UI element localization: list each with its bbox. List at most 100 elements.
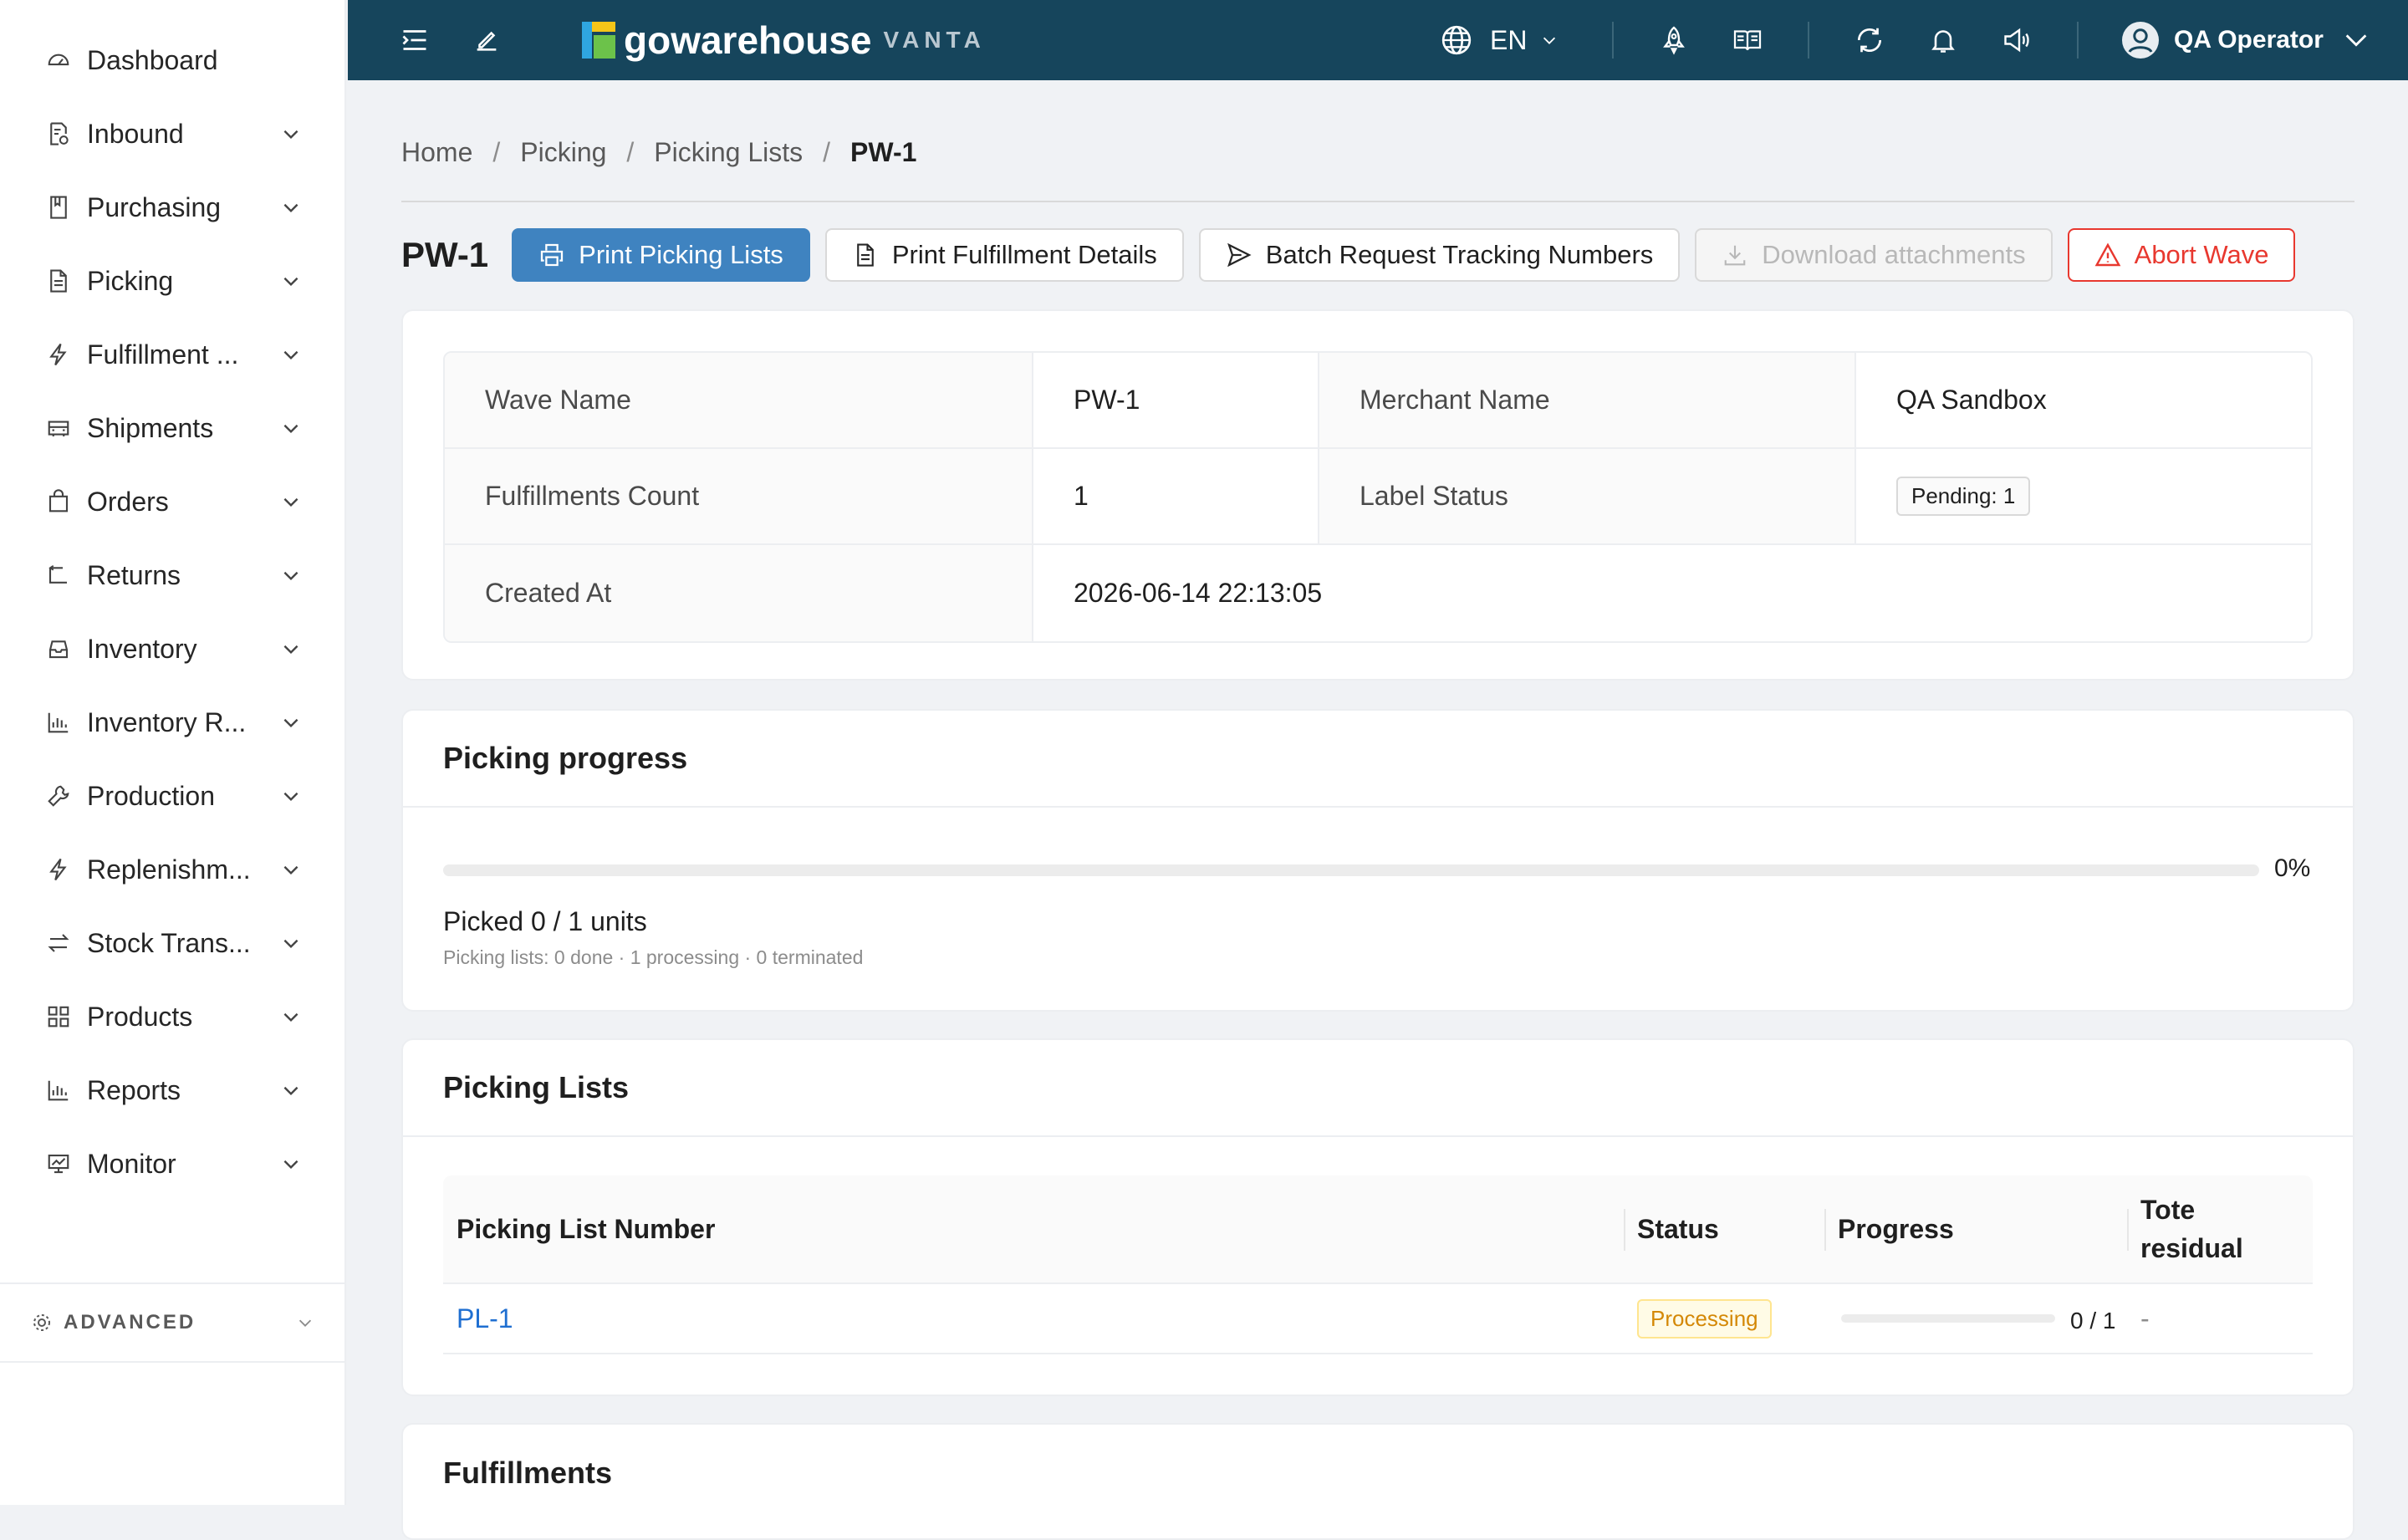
language-selector[interactable]: EN [1440,20,1559,60]
fulfillments-title: Fulfillments [443,1456,613,1490]
sidebar-item-purchasing[interactable]: Purchasing [43,182,303,232]
header-divider [1612,22,1614,59]
inbox-icon [43,634,74,664]
print-picking-lists-button[interactable]: Print Picking Lists [512,228,810,282]
picking-progress-summary: Picked 0 / 1 units [443,906,647,936]
sidebar-item-products[interactable]: Products [43,992,303,1042]
breadcrumb-separator: / [823,137,831,167]
sidebar-item-label: Orders [87,486,169,517]
details-row: Wave Name PW-1 Merchant Name QA Sandbox [445,353,2311,449]
details-row: Fulfillments Count 1 Label Status Pendin… [445,449,2311,545]
purchasing-icon [43,192,74,222]
announcement-icon[interactable] [1997,20,2037,60]
label-status-label: Label Status [1319,449,1856,543]
breadcrumb-picking[interactable]: Picking [520,137,606,168]
language-label: EN [1490,24,1528,55]
bell-icon[interactable] [1923,20,1963,60]
sidebar-item-monitor[interactable]: Monitor [43,1139,303,1189]
avatar-icon [2122,22,2159,59]
logo: gowarehouse VANTA [582,17,986,64]
chevron-down-icon [279,1079,303,1102]
book-icon[interactable] [1727,20,1768,60]
sidebar-item-label: Stock Trans... [87,927,251,958]
sidebar-item-label: Purchasing [87,191,222,222]
sidebar-item-replenishm[interactable]: Replenishm... [43,844,303,895]
shopping-bag-icon [43,487,74,517]
picking-list-number-cell: PL-1 [443,1284,1624,1353]
rocket-icon[interactable] [1654,20,1694,60]
sidebar-item-inbound[interactable]: Inbound [43,109,303,159]
print-fulfillment-details-button[interactable]: Print Fulfillment Details [824,228,1184,282]
picking-icon [43,266,74,296]
sidebar-item-label: Picking [87,265,174,296]
merchant-name-value: QA Sandbox [1896,385,2047,415]
swap-icon [43,928,74,958]
sidebar-item-dashboard[interactable]: Dashboard [43,35,303,85]
user-menu[interactable]: QA Operator [2120,17,2370,64]
sidebar-item-picking[interactable]: Picking [43,256,303,306]
sidebar-item-label: Inbound [87,118,184,149]
picking-list-link[interactable]: PL-1 [457,1303,513,1334]
chevron-down-icon [279,416,303,440]
picking-progress-title: Picking progress [403,711,2353,808]
sidebar-item-orders[interactable]: Orders [43,477,303,527]
fulfillments-card: Fulfillments [401,1423,2354,1540]
refresh-icon[interactable] [1849,20,1890,60]
sidebar-item-production[interactable]: Production [43,771,303,821]
chevron-down-icon [298,1319,312,1327]
grid-icon [43,1002,74,1032]
wave-details-card: Wave Name PW-1 Merchant Name QA Sandbox … [401,309,2354,681]
download-icon [1722,242,1748,268]
sidebar-item-label: Fulfillment ... [87,339,239,370]
truck-icon [43,413,74,443]
header-divider [2077,22,2079,59]
breadcrumb-picking-lists[interactable]: Picking Lists [654,137,803,168]
file-icon [852,242,879,268]
column-header-tote-residual: Tote residual [2127,1175,2313,1282]
chevron-down-icon [279,196,303,219]
sidebar-item-label: Shipments [87,412,214,443]
picking-list-progress-cell: 0 / 1 [1824,1284,2127,1353]
dashboard-icon [43,45,74,75]
wave-details-table: Wave Name PW-1 Merchant Name QA Sandbox … [443,351,2313,643]
breadcrumb: Home / Picking / Picking Lists / PW-1 [401,137,916,168]
sidebar-item-label: Replenishm... [87,854,251,885]
sidebar-item-label: Returns [87,559,181,590]
sidebar-item-inventory[interactable]: Inventory [43,624,303,674]
menu-fold-icon[interactable] [395,20,435,60]
sidebar-item-fulfillment[interactable]: Fulfillment ... [43,329,303,380]
edit-icon[interactable] [467,20,507,60]
sidebar-item-reports[interactable]: Reports [43,1065,303,1115]
advanced-section-toggle[interactable]: ADVANCED [0,1282,346,1363]
abort-wave-label: Abort Wave [2134,240,2269,269]
print-fulfillment-details-label: Print Fulfillment Details [891,240,1157,269]
breadcrumb-home[interactable]: Home [401,137,472,168]
bar-chart-icon [43,707,74,737]
abort-wave-button[interactable]: Abort Wave [2067,228,2296,282]
warning-icon [2094,242,2121,268]
batch-request-tracking-label: Batch Request Tracking Numbers [1265,240,1654,269]
lightning-icon [43,339,74,370]
download-attachments-label: Download attachments [1762,240,2026,269]
sidebar-item-shipments[interactable]: Shipments [43,403,303,453]
sidebar-item-inventory-r[interactable]: Inventory R... [43,697,303,747]
chevron-down-icon [279,784,303,808]
return-icon [43,560,74,590]
label-status-tag: Pending: 1 [1896,477,2031,516]
sidebar-item-stock-trans[interactable]: Stock Trans... [43,918,303,968]
chevron-down-icon [1543,37,1556,44]
column-header-progress: Progress [1824,1175,2127,1282]
download-attachments-button[interactable]: Download attachments [1695,228,2053,282]
breadcrumb-separator: / [492,137,501,167]
batch-request-tracking-button[interactable]: Batch Request Tracking Numbers [1198,228,1681,282]
logo-text: gowarehouse [624,18,872,62]
picking-list-status-cell: Processing [1624,1284,1824,1353]
send-icon [1226,242,1252,268]
table-header: Picking List Number Status Progress Tote… [443,1175,2313,1284]
fulfillments-count-value: 1 [1033,449,1319,543]
sidebar-item-returns[interactable]: Returns [43,550,303,600]
print-picking-lists-label: Print Picking Lists [579,240,783,269]
picking-progress-percent: 0% [2274,854,2311,882]
wave-name-label: Wave Name [445,353,1033,447]
created-at-label: Created At [445,545,1033,641]
